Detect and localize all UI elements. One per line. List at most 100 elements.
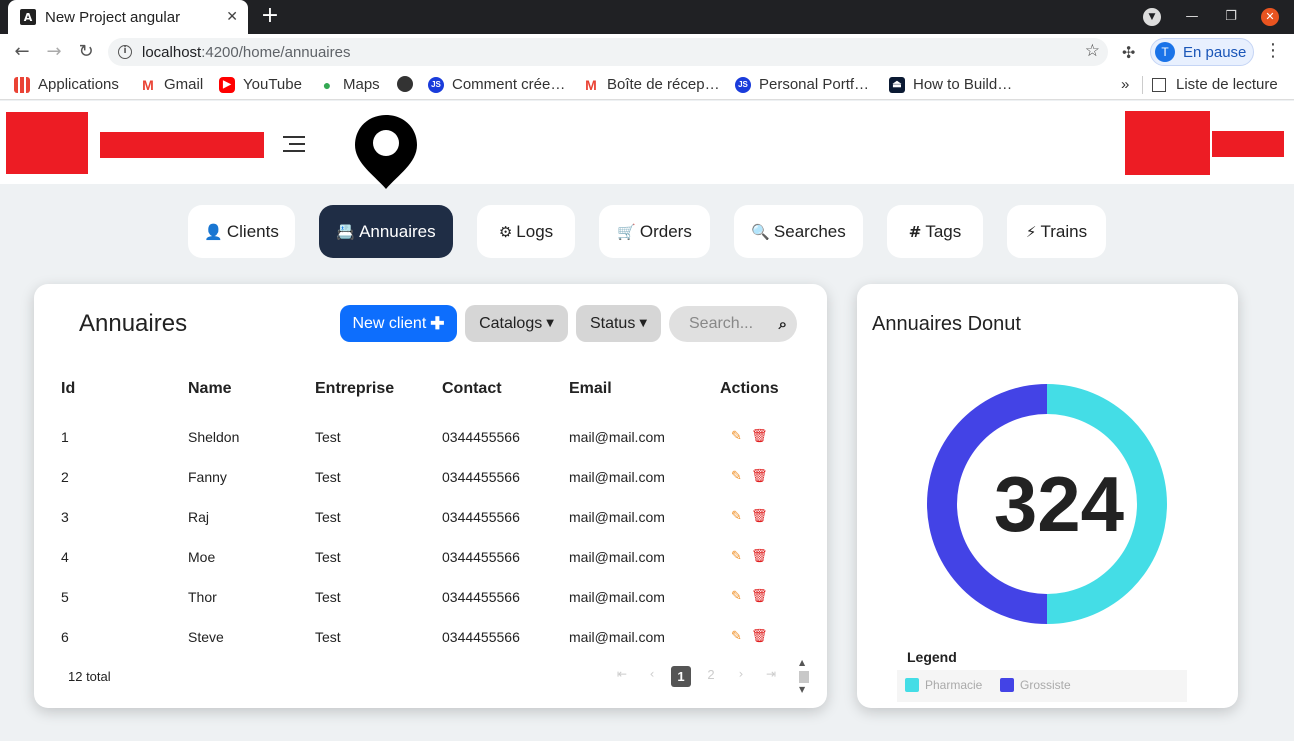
page-current[interactable]: 1 — [671, 666, 691, 687]
scroll-up-icon[interactable]: ▲ — [799, 658, 805, 667]
bookmark-label: Applications — [38, 76, 119, 93]
bookmark-star-icon[interactable]: ☆ — [1085, 41, 1100, 61]
gmail-icon: M — [583, 76, 599, 93]
edit-icon[interactable]: ✎ — [731, 469, 742, 484]
bookmark-comment-cree[interactable]: JS Comment crée… — [428, 76, 565, 93]
app-header — [0, 101, 1294, 189]
bookmark-gmail[interactable]: M Gmail — [140, 76, 203, 93]
profile-status: En pause — [1183, 43, 1247, 61]
bookmark-youtube[interactable]: ▶ YouTube — [219, 76, 302, 93]
last-page-icon[interactable]: ⇥ — [761, 667, 781, 681]
bookmark-label: How to Build… — [913, 76, 1013, 93]
nav-logs[interactable]: ⚙ Logs — [477, 205, 575, 258]
bookmark-label: YouTube — [243, 76, 302, 93]
bookmark-globe[interactable] — [397, 76, 421, 92]
cogs-icon: ⚙ — [498, 222, 513, 241]
reading-list-button[interactable]: Liste de lecture — [1152, 76, 1278, 93]
nav-trains[interactable]: ⚡ Trains — [1007, 205, 1106, 258]
cell-email: mail@mail.com — [569, 469, 665, 485]
bookmark-maps[interactable]: ● Maps — [319, 76, 380, 93]
legend-label: Grossiste — [1020, 678, 1071, 692]
nav-label: Trains — [1040, 221, 1088, 241]
reading-list-label: Liste de lecture — [1176, 76, 1278, 93]
extensions-icon[interactable]: ✣ — [1122, 43, 1135, 62]
cell-contact: 0344455566 — [442, 509, 520, 525]
back-icon[interactable]: ← — [10, 40, 34, 64]
browser-menu-icon[interactable]: ⋮ — [1264, 40, 1282, 61]
donut-title: Annuaires Donut — [872, 313, 1021, 335]
bookmark-how-to-build[interactable]: ⏏ How to Build… — [889, 76, 1012, 93]
legend-item-pharmacie[interactable]: Pharmacie — [905, 678, 982, 692]
bookmark-boite-de-reception[interactable]: M Boîte de récep… — [583, 76, 720, 93]
cell-email: mail@mail.com — [569, 629, 665, 645]
cart-icon: 🛒 — [617, 222, 636, 241]
next-page-icon[interactable]: › — [731, 667, 751, 681]
profile-button[interactable]: T En pause — [1150, 38, 1254, 66]
legend-title: Legend — [907, 649, 957, 665]
column-header-email: Email — [569, 380, 612, 397]
first-page-icon[interactable]: ⇤ — [612, 667, 632, 681]
maps-icon: ● — [319, 76, 335, 93]
nav-annuaires[interactable]: 📇 Annuaires — [319, 205, 453, 258]
button-label: Status — [589, 314, 636, 332]
delete-icon[interactable]: 🗑 — [751, 549, 768, 564]
close-tab-icon[interactable]: ✕ — [226, 9, 238, 25]
search-icon[interactable]: ⌕ — [779, 315, 787, 333]
cell-email: mail@mail.com — [569, 509, 665, 525]
more-bookmarks-icon[interactable]: » — [1121, 76, 1129, 93]
address-bar[interactable]: i localhost:4200/home/annuaires ☆ — [108, 38, 1108, 66]
scroll-thumb[interactable] — [799, 671, 809, 683]
bookmark-label: Personal Portf… — [759, 76, 870, 93]
nav-clients[interactable]: 👤 Clients — [188, 205, 295, 258]
new-tab-icon[interactable]: + — [258, 4, 282, 28]
bookmark-applications[interactable]: Applications — [14, 76, 119, 93]
bookmark-personal-portfolio[interactable]: JS Personal Portf… — [735, 76, 869, 93]
site-info-icon[interactable]: i — [118, 45, 132, 59]
edit-icon[interactable]: ✎ — [731, 429, 742, 444]
scroll-down-icon[interactable]: ▼ — [799, 685, 805, 694]
delete-icon[interactable]: 🗑 — [751, 589, 768, 604]
delete-icon[interactable]: 🗑 — [751, 469, 768, 484]
delete-icon[interactable]: 🗑 — [751, 429, 768, 444]
bookmark-label: Gmail — [164, 76, 204, 93]
cell-entreprise: Test — [315, 429, 341, 445]
reload-icon[interactable]: ↻ — [74, 40, 98, 64]
status-dropdown[interactable]: Status ▼ — [576, 305, 661, 342]
delete-icon[interactable]: 🗑 — [751, 629, 768, 644]
cell-id: 5 — [61, 589, 69, 605]
js-icon: JS — [428, 76, 444, 93]
edit-icon[interactable]: ✎ — [731, 509, 742, 524]
cell-entreprise: Test — [315, 469, 341, 485]
menu-toggle-icon[interactable] — [283, 136, 305, 152]
page-2[interactable]: 2 — [701, 667, 721, 682]
user-name[interactable] — [1212, 131, 1284, 157]
catalogs-dropdown[interactable]: Catalogs ▼ — [465, 305, 568, 342]
forward-icon[interactable]: → — [42, 40, 66, 64]
close-window-icon[interactable]: ✕ — [1261, 8, 1279, 26]
nav-searches[interactable]: 🔍 Searches — [734, 205, 863, 258]
nav-label: Clients — [226, 221, 279, 241]
restore-icon[interactable]: ❐ — [1222, 8, 1240, 26]
cell-name: Raj — [188, 509, 210, 525]
tab-search-icon[interactable]: ▼ — [1143, 8, 1161, 26]
edit-icon[interactable]: ✎ — [731, 629, 742, 644]
browser-tab[interactable]: A New Project angular ✕ — [8, 0, 248, 34]
annuaires-card — [34, 284, 827, 708]
nav-orders[interactable]: 🛒 Orders — [599, 205, 710, 258]
bookmark-label: Comment crée… — [452, 76, 566, 93]
column-header-entreprise: Entreprise — [315, 380, 395, 397]
minimize-icon[interactable]: — — [1183, 8, 1201, 26]
nav-label: Logs — [516, 221, 554, 241]
user-avatar[interactable] — [1125, 111, 1210, 175]
edit-icon[interactable]: ✎ — [731, 549, 742, 564]
prev-page-icon[interactable]: ‹ — [642, 667, 662, 681]
edit-icon[interactable]: ✎ — [731, 589, 742, 604]
table-scrollbar[interactable]: ▲ ▼ — [797, 658, 811, 696]
legend-item-grossiste[interactable]: Grossiste — [1000, 678, 1071, 692]
donut-chart: 324 — [927, 384, 1167, 624]
bookmark-label: Maps — [343, 76, 380, 93]
new-client-button[interactable]: New client ✚ — [340, 305, 457, 342]
delete-icon[interactable]: 🗑 — [751, 509, 768, 524]
search-input[interactable] — [669, 306, 769, 342]
nav-tags[interactable]: # Tags — [887, 205, 983, 258]
